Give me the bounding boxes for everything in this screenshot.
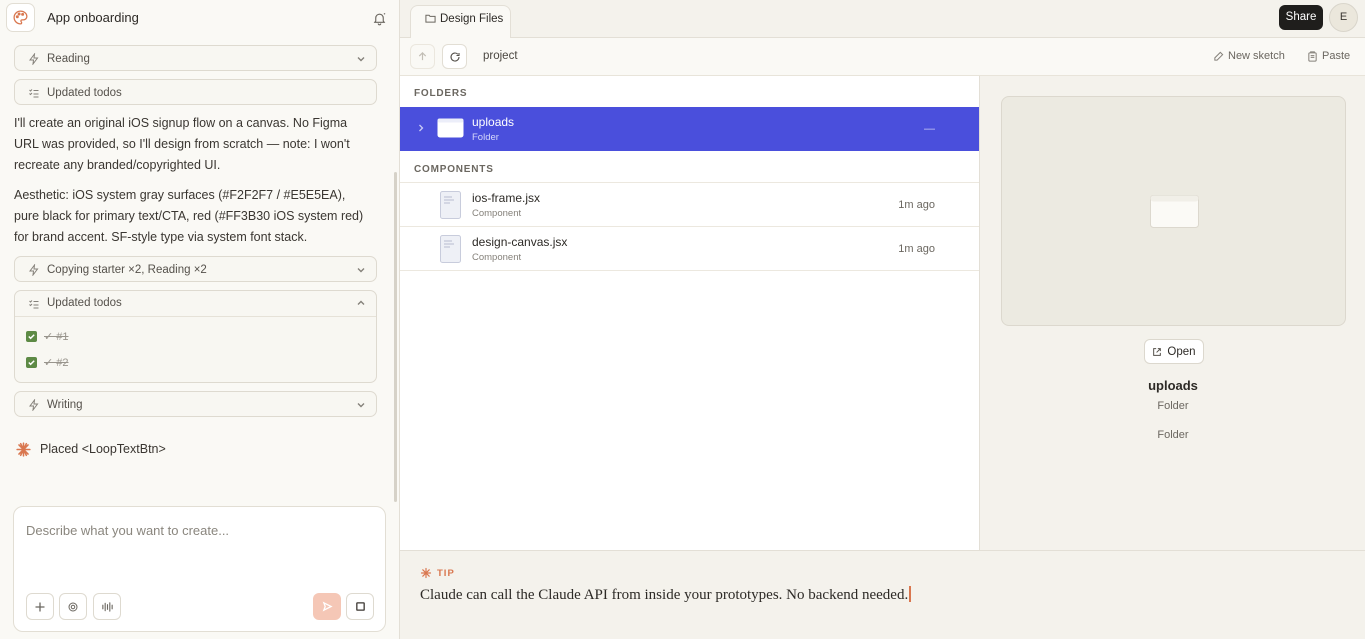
tool-label: Writing [47,399,83,411]
checklist-icon [27,297,40,310]
todo-list-expanded: Updated todos ✓ #1 ✓ #2 [14,290,377,383]
chevron-down-icon [356,400,366,410]
paste-button[interactable]: Paste [1307,50,1350,62]
folder-icon [425,13,436,24]
prompt-input[interactable]: Describe what you want to create... [26,523,229,538]
file-row-ios-frame[interactable]: ios-frame.jsx Component 1m ago [400,183,979,227]
preview-kind: Folder [1157,400,1189,412]
voice-waveform-icon[interactable] [93,593,121,620]
todo-text: ✓ #1 [44,330,69,343]
new-sketch-label: New sketch [1228,50,1285,62]
file-modified: — [924,123,935,135]
tip-label: TIP [437,567,455,579]
tool-updated-todos[interactable]: Updated todos [14,79,377,105]
chat-transcript: Reading Updated todos I'll create an ori… [0,38,393,500]
checkbox-checked-icon [26,356,37,368]
stop-button[interactable] [346,593,374,620]
chevron-down-icon [356,54,366,64]
tip-header: TIP [420,567,455,579]
notification-bell-icon[interactable] [371,10,387,26]
file-type: Component [472,252,522,263]
tool-label: Copying starter ×2, Reading ×2 [47,264,207,276]
folders-section-header: FOLDERS [414,88,468,99]
checklist-icon [27,86,40,99]
file-name: uploads [472,115,515,129]
chevron-up-icon [356,298,366,308]
file-type: Folder [472,132,499,143]
paste-label: Paste [1322,50,1351,62]
chevron-right-icon[interactable] [416,123,426,133]
folder-icon [437,118,464,138]
chat-header: App onboarding [0,0,399,37]
tool-label: Updated todos [47,87,122,99]
preview-kind-detail: Folder [1157,429,1189,441]
file-list: FOLDERS uploads Folder — COMPONENTS ios-… [400,76,979,550]
file-name: ios-frame.jsx [472,191,541,205]
tool-writing-collapsible[interactable]: Writing [14,391,377,417]
todo-text: ✓ #2 [44,356,69,369]
share-button[interactable]: Share [1279,5,1323,30]
chevron-down-icon [356,265,366,275]
preview-thumbnail[interactable] [1001,96,1346,326]
status-text: Placed <LoopTextBtn> [40,442,166,456]
lightning-icon [27,263,40,276]
file-icon [440,191,461,219]
new-sketch-button[interactable]: New sketch [1213,50,1285,62]
tab-bar: Design Files Share E [400,0,1365,38]
text-caret [909,586,912,602]
folder-row-uploads[interactable]: uploads Folder — [400,107,979,151]
tip-text-container: Claude can call the Claude API from insi… [420,586,912,604]
checkbox-checked-icon [26,330,37,342]
components-section-header: COMPONENTS [414,164,494,175]
refresh-button[interactable] [442,44,467,69]
preview-pane: Open uploads Folder Folder [979,76,1365,550]
folder-icon [1150,195,1199,228]
external-link-icon [1152,347,1162,357]
file-name: design-canvas.jsx [472,235,568,249]
todo-item: ✓ #2 [26,356,69,369]
file-modified: 1m ago [898,243,935,255]
chat-scrollbar[interactable] [394,172,397,502]
clipboard-icon [1307,50,1318,62]
tip-bar: TIP Claude can call the Claude API from … [400,550,1365,639]
palette-icon[interactable] [6,3,35,32]
open-label: Open [1167,345,1196,358]
tip-text: Claude can call the Claude API from insi… [420,587,909,603]
file-row-design-canvas[interactable]: design-canvas.jsx Component 1m ago [400,227,979,271]
project-title[interactable]: App onboarding [47,10,139,25]
user-avatar[interactable]: E [1329,3,1358,32]
assistant-message: Aesthetic: iOS system gray surfaces (#F2… [14,188,364,244]
send-button[interactable] [313,593,341,620]
navigate-up-button[interactable] [410,44,435,69]
todo-item: ✓ #1 [26,330,69,343]
file-modified: 1m ago [898,199,935,211]
status-line: Placed <LoopTextBtn> [14,440,166,458]
claude-spark-icon [420,567,432,579]
lightning-icon [27,398,40,411]
file-toolbar: project New sketch Paste [400,38,1365,76]
todo-list-header[interactable]: Updated todos [15,291,376,317]
chat-panel: App onboarding Reading Updated todos I'l… [0,0,399,639]
tool-copying-collapsible[interactable]: Copying starter ×2, Reading ×2 [14,256,377,282]
assistant-message: I'll create an original iOS signup flow … [14,116,350,172]
tab-design-files[interactable]: Design Files [410,5,511,38]
breadcrumb[interactable]: project [483,50,518,62]
prompt-composer[interactable]: Describe what you want to create... [13,506,386,632]
preview-title: uploads [1148,378,1198,393]
tool-label: Reading [47,53,90,65]
tab-label: Design Files [440,13,504,25]
tool-reading-collapsible[interactable]: Reading [14,45,377,71]
pencil-icon [1213,51,1224,62]
file-type: Component [472,208,522,219]
settings-icon[interactable] [59,593,87,620]
file-icon [440,235,461,263]
open-button[interactable]: Open [1144,339,1204,364]
tool-label: Updated todos [47,297,122,309]
lightning-icon [27,52,40,65]
claude-spark-icon [14,440,32,458]
add-attachment-button[interactable] [26,593,54,620]
